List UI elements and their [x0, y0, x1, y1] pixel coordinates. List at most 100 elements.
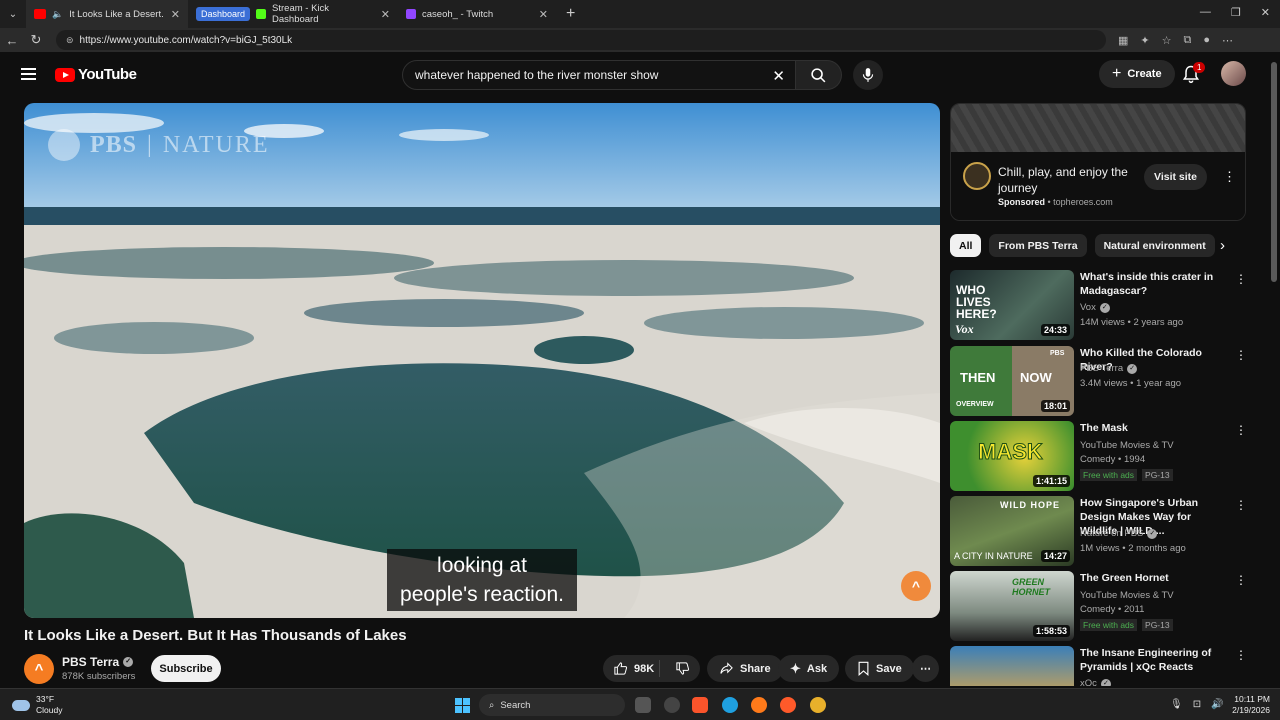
video-title[interactable]: What's inside this crater in Madagascar? — [1080, 270, 1230, 298]
video-channel[interactable]: xQc — [1080, 678, 1097, 686]
subscribe-button[interactable]: Subscribe — [151, 655, 221, 682]
youtube-logo[interactable]: YouTube — [55, 66, 137, 83]
create-label: Create — [1127, 68, 1162, 80]
back-arrow-icon[interactable]: ← — [0, 33, 24, 48]
channel-branding-badge[interactable]: ^ — [901, 571, 931, 601]
taskbar-search[interactable]: ⌕ Search — [479, 694, 625, 716]
bookmark-icon — [858, 661, 869, 676]
sponsored-ad-card[interactable]: Chill, play, and enjoy the journey Spons… — [950, 103, 1246, 221]
voice-search-button[interactable] — [853, 60, 883, 90]
video-menu-icon[interactable]: ⋮ — [1235, 272, 1247, 286]
firefox-dev-icon[interactable] — [780, 697, 796, 713]
task-view-icon[interactable] — [635, 697, 651, 713]
extensions-icon[interactable]: ✦ — [1140, 34, 1149, 47]
url-field[interactable]: ⊜ https://www.youtube.com/watch?v=biGJ_5… — [56, 30, 1106, 50]
split-screen-icon[interactable]: ▦ — [1118, 34, 1128, 47]
minimize-icon[interactable]: — — [1200, 6, 1211, 19]
clear-search-icon[interactable]: ✕ — [772, 67, 785, 85]
volume-icon[interactable]: 🔊 — [1211, 699, 1223, 710]
window-close-icon[interactable]: ✕ — [1261, 6, 1270, 19]
video-thumbnail[interactable]: MASK 1:41:15 — [950, 421, 1074, 491]
chip-natural-environment[interactable]: Natural environment — [1094, 234, 1215, 257]
new-tab-icon[interactable]: + — [566, 5, 575, 23]
favorites-icon[interactable]: ☆ — [1162, 34, 1172, 47]
system-clock[interactable]: 10:11 PM 2/19/2026 — [1225, 694, 1270, 716]
network-icon[interactable]: ⊡ — [1193, 699, 1201, 710]
ad-menu-icon[interactable]: ⋮ — [1223, 169, 1236, 185]
close-tab-icon[interactable]: ✕ — [539, 8, 548, 21]
video-channel[interactable]: YouTube Movies & TV — [1080, 440, 1174, 451]
firefox-icon[interactable] — [751, 697, 767, 713]
video-thumbnail[interactable]: GREEN HORNET 1:58:53 — [950, 571, 1074, 641]
video-channel[interactable]: PBS Terra — [1080, 363, 1123, 374]
list-item[interactable]: MASK 1:41:15 The Mask YouTube Movies & T… — [950, 421, 1250, 491]
app-icon[interactable] — [664, 697, 680, 713]
video-title[interactable]: The Mask — [1080, 421, 1230, 435]
channel-name-row[interactable]: PBS Terra ✓ — [62, 655, 134, 669]
collections-icon[interactable]: ⧉ — [1184, 34, 1192, 47]
chrome-icon[interactable] — [810, 697, 826, 713]
like-button[interactable]: 98K — [603, 660, 660, 677]
more-options-icon[interactable]: ⋯ — [1222, 34, 1233, 47]
reload-icon[interactable]: ↻ — [24, 32, 48, 48]
dislike-button[interactable] — [666, 661, 700, 676]
list-item[interactable]: WILD HOPE A CITY IN NATURE 14:27 How Sin… — [950, 496, 1250, 566]
user-avatar[interactable] — [1221, 61, 1246, 86]
tab-twitch[interactable]: caseoh_ - Twitch ✕ — [398, 0, 556, 28]
search-input[interactable]: whatever happened to the river monster s… — [402, 60, 796, 90]
video-menu-icon[interactable]: ⋮ — [1235, 573, 1247, 587]
visit-site-button[interactable]: Visit site — [1144, 164, 1207, 190]
menu-icon[interactable] — [21, 68, 36, 80]
chip-all[interactable]: All — [950, 234, 982, 257]
video-title[interactable]: The Green Hornet — [1080, 571, 1230, 585]
search-button[interactable] — [796, 60, 842, 90]
chevron-right-icon[interactable]: › — [1220, 237, 1225, 254]
list-item[interactable]: THEN NOW OVERVIEW PBS 18:01 Who Killed t… — [950, 346, 1250, 416]
video-channel[interactable]: Nature on PBS — [1080, 528, 1143, 539]
video-thumbnail[interactable]: WHO LIVES HERE? Vox 24:33 — [950, 270, 1074, 340]
weather-widget[interactable]: 33°F Cloudy — [12, 694, 62, 716]
chip-from-pbs-terra[interactable]: From PBS Terra — [989, 234, 1087, 257]
ask-button[interactable]: ✦ Ask — [778, 655, 840, 682]
restore-icon[interactable]: ❐ — [1231, 6, 1241, 19]
video-channel[interactable]: Vox — [1080, 302, 1096, 313]
video-thumbnail[interactable]: WILD HOPE A CITY IN NATURE 14:27 — [950, 496, 1074, 566]
profile-icon[interactable]: ● — [1203, 34, 1210, 47]
list-item[interactable]: GREEN HORNET 1:58:53 The Green Hornet Yo… — [950, 571, 1250, 641]
speaker-icon[interactable]: 🔈 — [52, 9, 63, 20]
video-menu-icon[interactable]: ⋮ — [1235, 423, 1247, 437]
share-button[interactable]: Share — [707, 655, 783, 682]
video-player[interactable]: PBS | NATURE looking at people's reactio… — [24, 103, 940, 618]
video-menu-icon[interactable]: ⋮ — [1235, 498, 1247, 512]
ad-title[interactable]: Chill, play, and enjoy the journey — [998, 164, 1138, 196]
close-tab-icon[interactable]: ✕ — [381, 8, 390, 21]
channel-name[interactable]: PBS Terra — [62, 655, 119, 669]
create-button[interactable]: + Create — [1099, 60, 1175, 88]
tab-kick[interactable]: Dashboard Stream - Kick Dashboard ✕ — [188, 0, 398, 28]
tab-group-label[interactable]: Dashboard — [196, 7, 251, 21]
video-thumbnail[interactable] — [950, 646, 1074, 686]
verified-check-icon: ✓ — [1100, 678, 1111, 686]
video-title[interactable]: The Insane Engineering of Pyramids | xQc… — [1080, 646, 1230, 674]
channel-avatar[interactable]: ^ — [24, 654, 54, 684]
close-tab-icon[interactable]: ✕ — [171, 8, 180, 21]
edge-browser-icon[interactable] — [722, 697, 738, 713]
list-item[interactable]: The Insane Engineering of Pyramids | xQc… — [950, 646, 1250, 686]
video-menu-icon[interactable]: ⋮ — [1235, 348, 1247, 362]
microphone-tray-icon[interactable]: 🎙 — [1170, 699, 1183, 710]
tab-youtube[interactable]: 🔈 It Looks Like a Desert. But It H ✕ — [26, 0, 188, 28]
save-button[interactable]: Save — [845, 655, 914, 682]
windows-start-icon[interactable] — [455, 698, 470, 713]
thumbnail-text: GREEN HORNET — [1012, 577, 1050, 597]
scrollbar-thumb[interactable] — [1271, 62, 1277, 282]
video-channel[interactable]: YouTube Movies & TV — [1080, 590, 1174, 601]
video-menu-icon[interactable]: ⋮ — [1235, 648, 1247, 662]
site-info-icon[interactable]: ⊜ — [66, 35, 74, 46]
more-actions-button[interactable]: ⋯ — [912, 655, 939, 682]
list-item[interactable]: WHO LIVES HERE? Vox 24:33 What's inside … — [950, 270, 1250, 340]
tab-actions-menu[interactable]: ⌄ — [0, 0, 26, 28]
video-thumbnail[interactable]: THEN NOW OVERVIEW PBS 18:01 — [950, 346, 1074, 416]
youtube-logo-text: YouTube — [78, 66, 137, 83]
brave-browser-icon[interactable] — [692, 697, 708, 713]
page-scrollbar[interactable] — [1268, 52, 1280, 686]
